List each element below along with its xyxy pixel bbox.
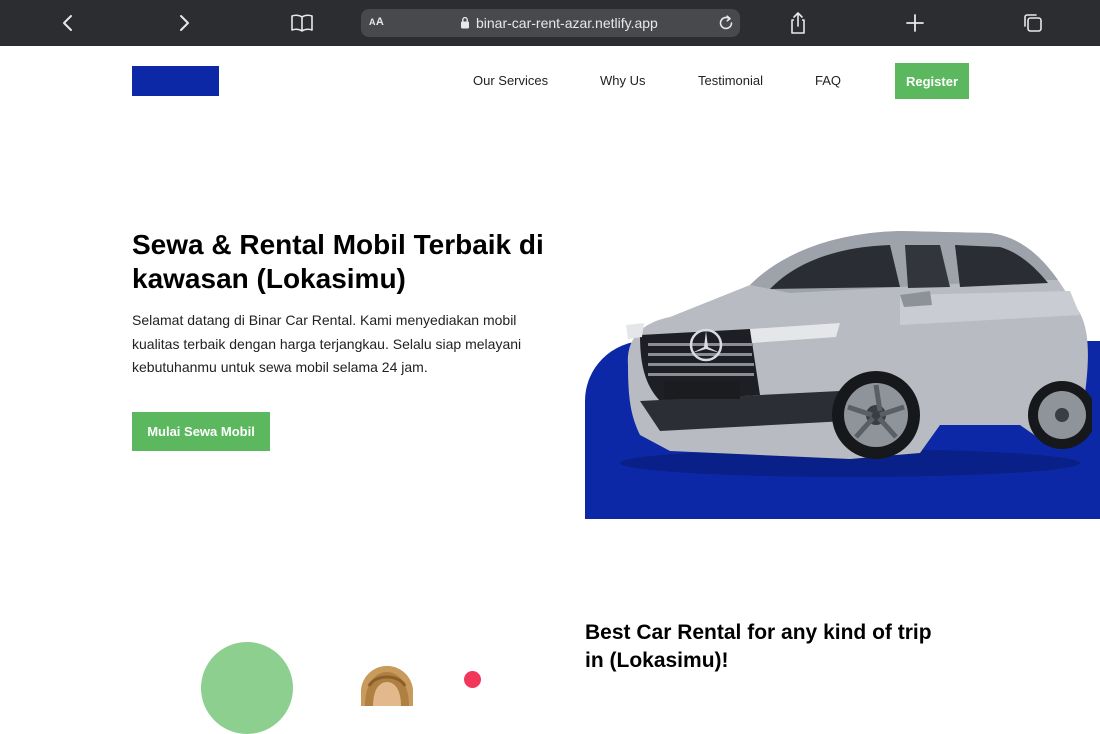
- lock-icon: [460, 16, 470, 34]
- hero-description: Selamat datang di Binar Car Rental. Kami…: [132, 312, 522, 375]
- browser-toolbar: AA binar-car-rent-azar.netlify.app: [0, 0, 1100, 46]
- section-title-best-car-rental: Best Car Rental for any kind of trip in …: [585, 621, 932, 672]
- brand-logo[interactable]: [132, 66, 219, 96]
- decorative-green-circle: [201, 642, 293, 734]
- url-text: binar-car-rent-azar.netlify.app: [476, 15, 658, 31]
- person-image: [361, 666, 413, 706]
- nav-link-faq[interactable]: FAQ: [815, 73, 841, 88]
- register-button[interactable]: Register: [895, 63, 969, 99]
- new-tab-plus-icon[interactable]: [901, 9, 929, 37]
- reload-icon[interactable]: [717, 14, 735, 37]
- decorative-red-dot: [464, 671, 481, 688]
- back-icon[interactable]: [54, 9, 82, 37]
- hero-title: Sewa & Rental Mobil Terbaik di kawasan (…: [132, 229, 544, 294]
- start-rent-button[interactable]: Mulai Sewa Mobil: [132, 412, 270, 451]
- address-bar[interactable]: AA binar-car-rent-azar.netlify.app: [361, 9, 740, 37]
- bookmarks-book-icon[interactable]: [288, 9, 316, 37]
- tabs-overview-icon[interactable]: [1019, 9, 1047, 37]
- nav-link-why-us[interactable]: Why Us: [600, 73, 646, 88]
- nav-link-testimonial[interactable]: Testimonial: [698, 73, 763, 88]
- car-image: [620, 231, 1092, 477]
- reader-aa-button[interactable]: AA: [369, 16, 384, 28]
- share-icon[interactable]: [784, 9, 812, 37]
- forward-icon[interactable]: [170, 9, 198, 37]
- nav-link-our-services[interactable]: Our Services: [473, 73, 548, 88]
